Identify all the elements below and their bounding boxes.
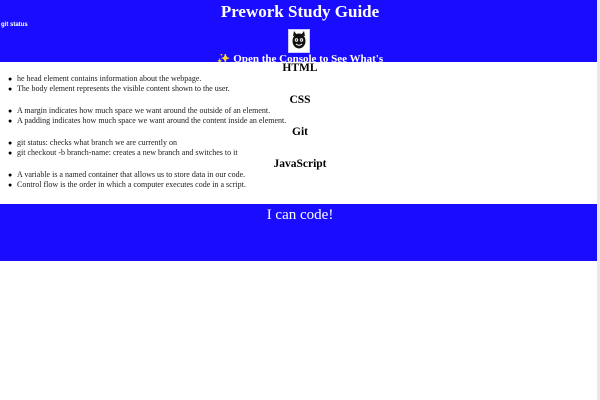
list-item-text: A padding indicates how much space we wa… [17, 116, 287, 125]
list-item: ● Control flow is the order in which a co… [8, 180, 600, 190]
list-item: ● A variable is a named container that al… [8, 170, 600, 180]
section-title: CSS [289, 94, 311, 106]
footer-text: I can code! [266, 207, 334, 223]
bullet-icon: ● [8, 171, 13, 179]
section-title: JavaScript [273, 158, 327, 170]
section-html: HTML ● he head element contains informati… [0, 62, 600, 94]
topic-list: ● git status: checks what branch we are c… [0, 138, 600, 158]
logo [288, 29, 310, 53]
study-guide-content: HTML ● he head element contains informati… [0, 62, 600, 190]
topic-list: ● he head element contains information ab… [0, 74, 600, 94]
list-item: ● A padding indicates how much space we w… [8, 116, 600, 126]
bullet-icon: ● [8, 139, 13, 147]
console-message-text: Open the Console to See What's Happening [233, 54, 384, 62]
page-title: Prework Study Guide [220, 2, 380, 21]
list-item-text: The body element represents the visible … [17, 84, 230, 93]
sparkle-icon: ✨ [216, 54, 234, 62]
bullet-icon: ● [8, 149, 13, 157]
topic-list: ● A margin indicates how much space we wa… [0, 106, 600, 126]
header-note: git status [1, 22, 28, 28]
mascot-face-icon [292, 31, 306, 49]
list-item: ● git status: checks what branch we are c… [8, 138, 600, 148]
console-message: ✨ Open the Console to See What's Happeni… [190, 54, 410, 62]
list-item: ● The body element represents the visible… [8, 84, 600, 94]
list-item: ● he head element contains information ab… [8, 74, 600, 84]
bullet-icon: ● [8, 75, 13, 83]
topic-list: ● A variable is a named container that al… [0, 170, 600, 190]
list-item: ● A margin indicates how much space we wa… [8, 106, 600, 116]
section-title: HTML [282, 62, 318, 74]
list-item-text: Control flow is the order in which a com… [17, 180, 246, 189]
section-title: Git [292, 126, 308, 138]
section-css: CSS ● A margin indicates how much space w… [0, 94, 600, 126]
bullet-icon: ● [8, 181, 13, 189]
page-header: Prework Study Guide git status ✨ Open th… [0, 0, 600, 63]
bullet-icon: ● [8, 117, 13, 125]
list-item-text: A variable is a named container that all… [17, 170, 246, 179]
page: Prework Study Guide git status ✨ Open th… [0, 0, 600, 400]
bullet-icon: ● [8, 85, 13, 93]
page-footer: I can code! [0, 203, 600, 261]
bullet-icon: ● [8, 107, 13, 115]
section-javascript: JavaScript ● A variable is a named contai… [0, 158, 600, 190]
section-git: Git ● git status: checks what branch we a… [0, 126, 600, 158]
list-item-text: git checkout -b branch-name: creates a n… [17, 148, 238, 157]
list-item-text: he head element contains information abo… [17, 74, 202, 83]
list-item-text: A margin indicates how much space we wan… [17, 106, 271, 115]
list-item: ● git checkout -b branch-name: creates a … [8, 148, 600, 158]
list-item-text: git status: checks what branch we are cu… [17, 138, 177, 147]
